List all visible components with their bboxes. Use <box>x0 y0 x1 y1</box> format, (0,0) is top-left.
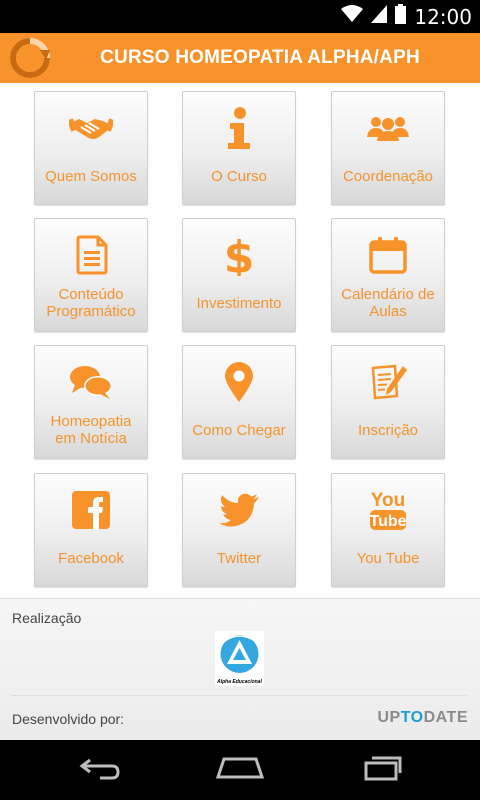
tile-label: Twitter <box>216 549 262 567</box>
footer-divider <box>12 695 468 696</box>
tile-label: Conteúdo Programático <box>46 286 136 320</box>
svg-text:Tube: Tube <box>369 513 406 530</box>
youtube-icon: You Tube <box>332 488 444 532</box>
navigation-bar <box>0 740 480 800</box>
people-group-icon <box>332 106 444 150</box>
tile-quem-somos[interactable]: Quem Somos <box>34 91 148 205</box>
tile-label: O Curso <box>211 167 267 185</box>
tile-facebook[interactable]: Facebook <box>34 473 148 587</box>
tile-label: Investimento <box>196 294 282 312</box>
tile-inscricao[interactable]: Inscrição <box>331 345 445 459</box>
dollar-icon: $ <box>183 233 295 277</box>
tile-label: Homeopatia em Notícia <box>50 413 132 447</box>
facebook-icon <box>35 488 147 532</box>
home-button[interactable] <box>210 750 270 790</box>
tile-twitter[interactable]: Twitter <box>182 473 296 587</box>
battery-icon <box>395 4 407 29</box>
footer: Realização Alpha Educacional Desenvolvid… <box>0 598 480 740</box>
alpha-educacional-logo[interactable]: Alpha Educacional <box>215 631 264 686</box>
alpha-logo-mark <box>215 631 264 677</box>
uptodate-brand-logo[interactable]: UPTODATE <box>377 709 468 727</box>
tile-coordenacao[interactable]: Coordenação <box>331 91 445 205</box>
partner-logo-caption: Alpha Educacional <box>217 679 262 685</box>
tile-label: Como Chegar <box>192 421 286 439</box>
tile-investimento[interactable]: $ Investimento <box>182 218 296 332</box>
tile-youtube[interactable]: You Tube You Tube <box>331 473 445 587</box>
handshake-icon <box>35 106 147 150</box>
chat-bubbles-icon <box>35 360 147 404</box>
tile-conteudo-programatico[interactable]: Conteúdo Programático <box>34 218 148 332</box>
developed-by-label: Desenvolvido por: <box>12 711 125 727</box>
document-icon <box>35 233 147 277</box>
app-title: CURSO HOMEOPATIA ALPHA/APH <box>100 47 420 68</box>
status-clock: 12:00 <box>414 4 472 29</box>
wifi-icon <box>341 5 364 28</box>
tile-o-curso[interactable]: O Curso <box>182 91 296 205</box>
app-bar: CURSO HOMEOPATIA ALPHA/APH <box>0 33 480 83</box>
menu-grid: Quem Somos O Curso Coordenação Conteúdo … <box>0 83 480 598</box>
back-button[interactable] <box>70 750 130 790</box>
map-pin-icon <box>183 360 295 404</box>
back-icon <box>78 756 122 785</box>
signal-icon <box>371 5 388 28</box>
tile-calendario[interactable]: Calendário de Aulas <box>331 218 445 332</box>
tile-label: Calendário de Aulas <box>341 286 435 320</box>
recent-apps-button[interactable] <box>352 750 412 790</box>
brand-part-up: UP <box>377 709 401 726</box>
brand-part-date: DATE <box>423 709 468 726</box>
recent-apps-icon <box>362 755 402 786</box>
tile-label: You Tube <box>356 549 420 567</box>
form-pencil-icon <box>332 360 444 404</box>
brand-part-to: TO <box>400 709 424 726</box>
home-icon <box>215 757 265 784</box>
info-icon <box>183 106 295 150</box>
status-icons: 12:00 <box>341 0 472 33</box>
tile-label: Coordenação <box>342 167 434 185</box>
realizacao-label: Realização <box>12 610 82 626</box>
status-bar: 12:00 <box>0 0 480 33</box>
tile-homeopatia-noticia[interactable]: Homeopatia em Notícia <box>34 345 148 459</box>
calendar-icon <box>332 233 444 277</box>
twitter-bird-icon <box>183 488 295 532</box>
tile-label: Inscrição <box>357 421 419 439</box>
tile-label: Quem Somos <box>45 167 137 185</box>
svg-text:$: $ <box>224 234 254 276</box>
tile-como-chegar[interactable]: Como Chegar <box>182 345 296 459</box>
svg-text:You: You <box>371 490 405 511</box>
tile-label: Facebook <box>58 549 124 567</box>
